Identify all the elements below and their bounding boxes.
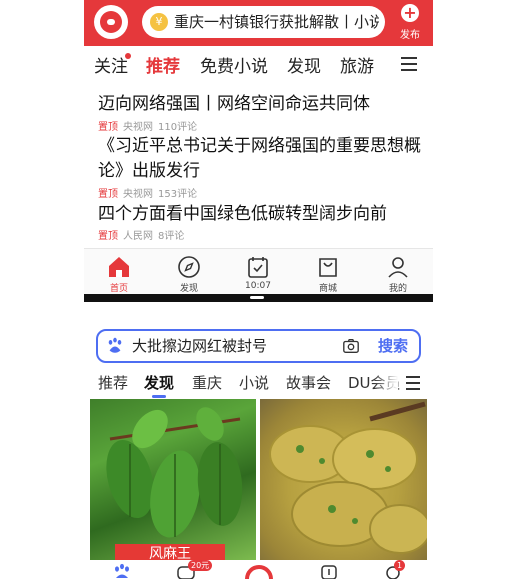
news-item-meta: 置顶 央视网 110评论 xyxy=(98,118,197,133)
nav-discover[interactable]: 发现 xyxy=(159,249,219,295)
nav-label: 我的 xyxy=(388,284,407,294)
nav-label: 首页 xyxy=(109,284,128,294)
app-header: ¥ 重庆一村镇银行获批解散丨小说 + 发布 xyxy=(84,0,433,46)
tab-novels[interactable]: 小说 xyxy=(239,372,269,393)
image-caption: 风麻王 xyxy=(149,546,191,560)
tabs-menu-icon[interactable] xyxy=(406,376,424,390)
shopping-bag-icon xyxy=(319,258,337,277)
nav-label: 10:07 xyxy=(245,281,271,291)
coin-icon: ¥ xyxy=(150,13,168,31)
notification-badge: 1 xyxy=(394,560,405,571)
feed-tabs: 推荐 发现 重庆 小说 故事会 DU会员 xyxy=(84,366,433,398)
info-icon[interactable] xyxy=(320,564,338,579)
search-button[interactable]: 搜索 xyxy=(378,331,408,361)
nav-label: 商城 xyxy=(318,284,337,294)
publish-label[interactable]: 发布 xyxy=(394,26,426,41)
pancakes-illustration xyxy=(269,401,427,554)
bottom-nav: 20元 1 xyxy=(84,560,433,579)
home-icon xyxy=(109,257,129,277)
user-icon xyxy=(388,257,408,278)
tab-follow[interactable]: 关注 xyxy=(94,52,128,77)
divider-handle[interactable] xyxy=(250,296,264,299)
tab-recommend[interactable]: 推荐 xyxy=(146,52,180,77)
compass-icon xyxy=(178,256,200,278)
search-app-window: 大批擦边网红被封号 搜索 推荐 发现 重庆 小说 故事会 DU会员 xyxy=(84,302,433,579)
news-item-title[interactable]: 《习近平总书记关于网络强国的重要思想概论》出版发行 xyxy=(98,134,423,184)
tab-story[interactable]: 故事会 xyxy=(286,372,331,393)
news-item-meta: 置顶 央视网 153评论 xyxy=(98,185,197,200)
pinned-tag: 置顶 xyxy=(98,189,118,200)
feed-image-pancakes[interactable] xyxy=(260,399,427,560)
pinned-tag: 置顶 xyxy=(98,231,118,242)
search-bar[interactable]: ¥ 重庆一村镇银行获批解散丨小说 xyxy=(142,6,385,38)
nav-home[interactable]: 首页 xyxy=(89,249,149,295)
pinned-tag: 置顶 xyxy=(98,122,118,133)
tab-free-novels[interactable]: 免费小说 xyxy=(200,52,268,77)
news-app-window: ¥ 重庆一村镇银行获批解散丨小说 + 发布 关注 推荐 免费小说 发现 旅游 迈… xyxy=(84,0,433,300)
refresh-icon[interactable] xyxy=(244,562,274,579)
nav-tasks[interactable]: 10:07 xyxy=(228,249,288,295)
notification-dot xyxy=(125,53,131,59)
nav-mine[interactable]: 我的 xyxy=(368,249,428,295)
search-bar[interactable]: 大批擦边网红被封号 搜索 xyxy=(96,329,421,363)
camera-icon[interactable] xyxy=(342,337,360,355)
news-source: 央视网 xyxy=(123,122,153,133)
search-query[interactable]: 大批擦边网红被封号 xyxy=(132,331,267,361)
news-item-title[interactable]: 四个方面看中国绿色低碳转型阔步向前 xyxy=(98,202,423,227)
reward-badge: 20元 xyxy=(188,560,213,571)
news-source: 央视网 xyxy=(123,189,153,200)
leaves-illustration: 风麻王 xyxy=(106,407,243,560)
publish-plus-icon[interactable]: + xyxy=(401,4,419,22)
checkbox-icon xyxy=(248,257,268,278)
nav-label: 发现 xyxy=(179,284,198,294)
nav-mall[interactable]: 商城 xyxy=(298,249,358,295)
feed-image-leaves[interactable]: 风麻王 xyxy=(90,399,256,560)
app-logo[interactable] xyxy=(94,5,128,39)
comment-count: 8评论 xyxy=(158,231,185,242)
active-tab-indicator xyxy=(152,395,166,398)
tab-discover[interactable]: 发现 xyxy=(287,52,321,77)
news-item-meta: 置顶 人民网 8评论 xyxy=(98,227,184,242)
search-placeholder: 重庆一村镇银行获批解散丨小说 xyxy=(174,13,379,31)
baidu-paw-icon[interactable] xyxy=(112,563,132,579)
news-source: 人民网 xyxy=(123,231,153,242)
tab-recommend[interactable]: 推荐 xyxy=(98,372,128,393)
comment-count: 153评论 xyxy=(158,189,198,200)
news-item-title[interactable]: 迈向网络强国丨网络空间命运共同体 xyxy=(98,92,423,117)
channel-tabs: 关注 推荐 免费小说 发现 旅游 xyxy=(84,46,433,84)
tab-discover[interactable]: 发现 xyxy=(144,372,174,393)
channel-menu-icon[interactable] xyxy=(401,54,419,74)
tab-travel[interactable]: 旅游 xyxy=(340,52,374,77)
tab-chongqing[interactable]: 重庆 xyxy=(192,372,222,393)
comment-count: 110评论 xyxy=(158,122,198,133)
bottom-nav: 首页 发现 10:07 商城 我的 xyxy=(84,248,433,295)
baidu-paw-icon xyxy=(108,337,122,353)
logo-mark xyxy=(100,11,122,33)
